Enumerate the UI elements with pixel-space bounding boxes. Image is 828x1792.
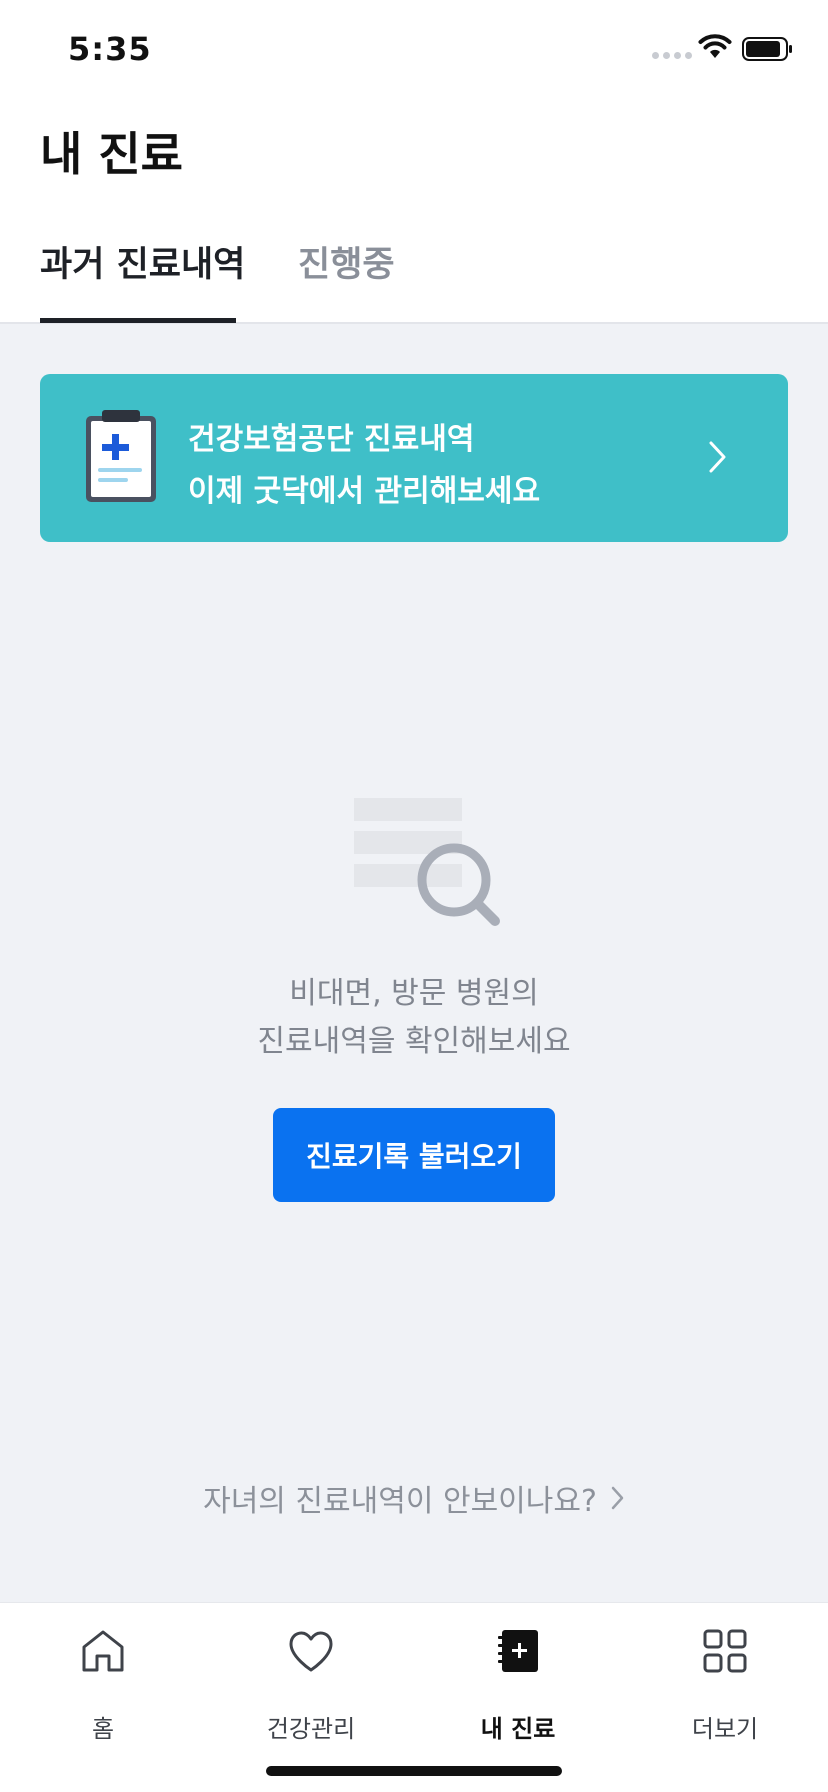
tab-ongoing[interactable]: 진행중 [298,236,395,287]
grid-icon [703,1629,747,1673]
nav-item-health[interactable]: 건강관리 [221,1627,401,1743]
status-time: 5:35 [68,30,152,68]
status-bar: 5:35 [0,0,828,100]
empty-state-message-line1: 비대면, 방문 병원의 [289,976,539,1011]
document-search-icon [354,798,500,926]
active-tab-indicator [40,318,236,323]
chevron-right-icon [611,1486,624,1510]
banner-subtitle: 이제 굿닥에서 관리해보세요 [188,474,541,509]
battery-icon [742,37,792,61]
nav-label-more: 더보기 [691,1715,759,1743]
tab-past-records[interactable]: 과거 진료내역 [40,236,245,287]
nav-label-my-records: 내 진료 [480,1715,556,1743]
nav-label-health: 건강관리 [266,1715,356,1743]
child-records-link[interactable]: 자녀의 진료내역이 안보이나요? [0,1476,828,1520]
banner-title: 건강보험공단 진료내역 [188,422,475,457]
home-indicator [266,1766,562,1776]
nhis-records-banner[interactable]: 건강보험공단 진료내역 이제 굿닥에서 관리해보세요 [40,374,788,542]
clipboard-medical-icon [86,410,156,502]
nav-item-home[interactable]: 홈 [13,1627,193,1743]
medical-record-icon [498,1630,538,1672]
page-title: 내 진료 [40,127,183,181]
chevron-right-icon [709,441,726,473]
nav-label-home: 홈 [91,1715,115,1743]
wifi-icon [698,34,732,58]
load-records-button[interactable]: 진료기록 불러오기 [273,1108,555,1202]
home-icon [82,1630,124,1672]
heart-icon [289,1631,333,1672]
bottom-navigation: 홈 건강관리 내 진료 더보기 [0,1602,828,1792]
cellular-signal-icon [652,52,692,59]
nav-item-my-records[interactable]: 내 진료 [428,1627,608,1743]
empty-state-message-line2: 진료내역을 확인해보세요 [257,1024,571,1059]
nav-item-more[interactable]: 더보기 [635,1627,815,1743]
child-records-link-label: 자녀의 진료내역이 안보이나요? [203,1484,597,1519]
top-section: 5:35 내 진료 과거 진료내역 진행중 [0,0,828,324]
